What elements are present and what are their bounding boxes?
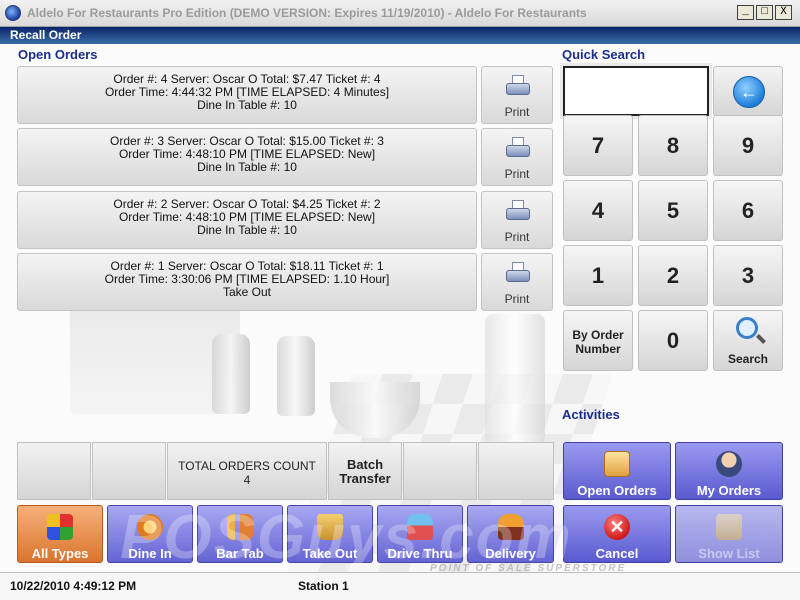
bar-tab-bottles-icon <box>227 514 253 540</box>
order-type-label: Drive Thru <box>387 546 453 561</box>
printer-icon <box>506 137 530 159</box>
cancel-label: Cancel <box>595 546 639 561</box>
print-button[interactable]: Print <box>481 253 553 311</box>
arrow-left-icon: ← <box>733 76 765 108</box>
keypad-8[interactable]: 8 <box>638 115 708 176</box>
list-icon <box>716 514 742 540</box>
order-type-label: Delivery <box>485 546 536 561</box>
keypad-2[interactable]: 2 <box>638 245 708 306</box>
drive-thru-car-icon <box>407 514 433 540</box>
order-row[interactable]: Order #: 1 Server: Oscar O Total: $18.11… <box>17 253 477 311</box>
order-row[interactable]: Order #: 2 Server: Oscar O Total: $4.25 … <box>17 191 477 249</box>
total-orders-label: TOTAL ORDERS COUNT <box>178 459 316 473</box>
order-line: Dine In Table #: 10 <box>197 98 297 112</box>
activities-heading: Activities <box>562 407 620 422</box>
close-button[interactable]: X <box>775 5 792 20</box>
status-bar: 10/22/2010 4:49:12 PM Station 1 <box>0 572 800 600</box>
dialog-title: Recall Order <box>0 27 800 44</box>
keypad-4[interactable]: 4 <box>563 180 633 241</box>
order-line: Dine In Table #: 10 <box>197 223 297 237</box>
order-row[interactable]: Order #: 4 Server: Oscar O Total: $7.47 … <box>17 66 477 124</box>
by-order-number-button[interactable]: By Order Number <box>563 310 633 371</box>
keypad-1[interactable]: 1 <box>563 245 633 306</box>
status-station: Station 1 <box>298 579 349 593</box>
window-title: Aldelo For Restaurants Pro Edition (DEMO… <box>27 6 587 20</box>
order-type-delivery[interactable]: Delivery <box>467 505 554 563</box>
search-label: Search <box>727 352 769 366</box>
batch-transfer-button[interactable]: Batch Transfer <box>328 442 402 500</box>
open-orders-button[interactable]: Open Orders <box>563 442 671 500</box>
summary-empty-cell <box>17 442 91 500</box>
order-type-bar-tab[interactable]: Bar Tab <box>197 505 283 563</box>
open-orders-label: Open Orders <box>577 483 657 498</box>
print-label: Print <box>504 292 530 306</box>
printer-icon <box>506 75 530 97</box>
keypad-3[interactable]: 3 <box>713 245 783 306</box>
background-glass <box>485 314 545 444</box>
print-label: Print <box>504 167 530 181</box>
print-label: Print <box>504 105 530 119</box>
print-button[interactable]: Print <box>481 66 553 124</box>
summary-empty-cell <box>403 442 477 500</box>
cancel-button[interactable]: ✕ Cancel <box>563 505 671 563</box>
keypad-9[interactable]: 9 <box>713 115 783 176</box>
window-title-bar: Aldelo For Restaurants Pro Edition (DEMO… <box>0 0 800 27</box>
print-button[interactable]: Print <box>481 128 553 186</box>
my-orders-button[interactable]: My Orders <box>675 442 783 500</box>
order-type-all-types[interactable]: All Types <box>17 505 103 563</box>
app-icon <box>5 5 21 21</box>
search-icon <box>736 317 758 339</box>
keypad-6[interactable]: 6 <box>713 180 783 241</box>
order-type-label: Bar Tab <box>216 546 264 561</box>
order-row[interactable]: Order #: 3 Server: Oscar O Total: $15.00… <box>17 128 477 186</box>
server-person-icon <box>716 451 742 477</box>
order-type-take-out[interactable]: Take Out <box>287 505 373 563</box>
maximize-button[interactable]: □ <box>756 5 773 20</box>
delivery-scooter-icon <box>497 514 524 540</box>
backspace-button[interactable]: ← <box>713 66 783 116</box>
order-type-label: Take Out <box>302 546 358 561</box>
printer-icon <box>506 200 530 222</box>
order-type-label: All Types <box>31 546 89 561</box>
box-icon <box>604 451 630 477</box>
print-label: Print <box>504 230 530 244</box>
search-button[interactable]: Search <box>713 310 783 371</box>
status-datetime: 10/22/2010 4:49:12 PM <box>10 579 137 593</box>
cancel-x-icon: ✕ <box>604 514 630 540</box>
print-button[interactable]: Print <box>481 191 553 249</box>
keypad-7[interactable]: 7 <box>563 115 633 176</box>
quick-search-heading: Quick Search <box>562 47 646 62</box>
order-line: Take Out <box>222 285 272 299</box>
dine-in-plate-icon <box>137 514 163 540</box>
summary-empty-cell <box>92 442 166 500</box>
total-orders-count: TOTAL ORDERS COUNT 4 <box>167 442 327 500</box>
open-orders-heading: Open Orders <box>18 47 98 62</box>
order-type-dine-in[interactable]: Dine In <box>107 505 193 563</box>
total-orders-value: 4 <box>243 473 251 487</box>
window-controls: _ □ X <box>735 5 792 20</box>
all-types-icon <box>47 514 73 540</box>
keypad-0[interactable]: 0 <box>638 310 708 371</box>
quick-search-input[interactable] <box>560 63 712 119</box>
order-type-drive-thru[interactable]: Drive Thru <box>377 505 463 563</box>
show-list-button[interactable]: Show List <box>675 505 783 563</box>
background-pepper-shaker <box>277 336 315 416</box>
order-type-label: Dine In <box>128 546 172 561</box>
take-out-bag-icon <box>317 514 343 540</box>
printer-icon <box>506 262 530 284</box>
minimize-button[interactable]: _ <box>737 5 754 20</box>
summary-empty-cell <box>478 442 554 500</box>
background-salt-shaker <box>212 334 250 414</box>
my-orders-label: My Orders <box>696 483 762 498</box>
show-list-label: Show List <box>698 546 760 561</box>
order-line: Dine In Table #: 10 <box>197 160 297 174</box>
keypad-5[interactable]: 5 <box>638 180 708 241</box>
